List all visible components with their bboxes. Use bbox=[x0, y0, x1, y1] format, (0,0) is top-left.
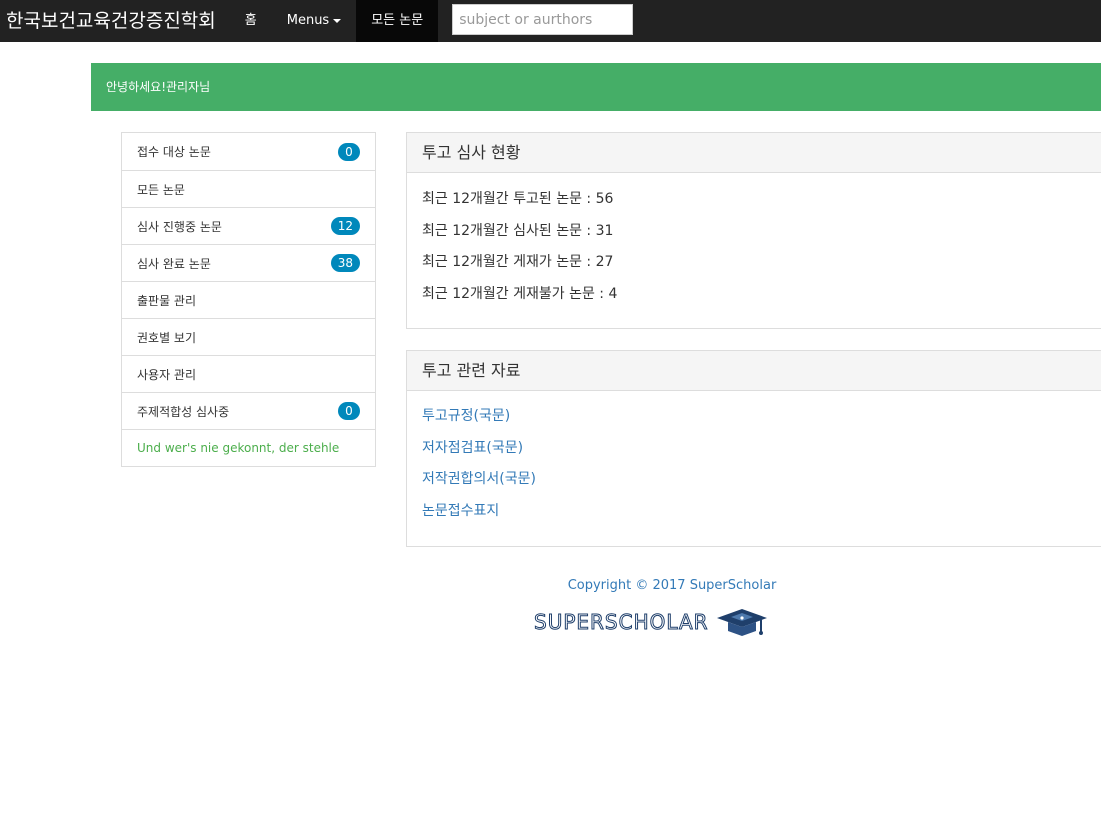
link-text[interactable]: 저자점검표(국문) bbox=[422, 440, 523, 456]
link-copyright-agreement[interactable]: 저작권합의서(국문) bbox=[422, 469, 1090, 501]
quote-text: Und wer's nie gekonnt, der stehle bbox=[137, 441, 340, 455]
logo-wordmark: SUPERSCHOLAR bbox=[534, 610, 709, 635]
sidebar-item-label: 주제적합성 심사중 bbox=[137, 404, 230, 419]
count-badge: 0 bbox=[338, 142, 360, 161]
nav-menus-label: Menus bbox=[286, 13, 330, 28]
top-navbar: 한국보건교육건강증진학회 홈 Menus 모든 논문 bbox=[0, 0, 1101, 42]
sidebar-item-label: 심사 완료 논문 bbox=[137, 256, 211, 271]
greeting-alert: 안녕하세요!관리자님 bbox=[91, 63, 1101, 111]
sidebar-quote: Und wer's nie gekonnt, der stehle bbox=[122, 429, 375, 466]
sidebar-item-reviewed-papers[interactable]: 심사 완료 논문 38 bbox=[122, 244, 375, 281]
site-brand[interactable]: 한국보건교육건강증진학회 bbox=[0, 0, 230, 42]
sidebar-item-reviewing-papers[interactable]: 심사 진행중 논문 12 bbox=[122, 207, 375, 244]
sidebar-item-label: 권호별 보기 bbox=[137, 330, 197, 345]
search-input[interactable] bbox=[452, 4, 634, 35]
resources-panel: 투고 관련 자료 투고규정(국문) 저자점검표(국문) 저작권합의서(국문) 논… bbox=[406, 350, 1101, 547]
stat-accepted: 최근 12개월간 게재가 논문 : 27 bbox=[422, 254, 614, 271]
sidebar-item-user-management[interactable]: 사용자 관리 bbox=[122, 355, 375, 392]
caret-down-icon bbox=[333, 18, 342, 23]
stat-reviewed: 최근 12개월간 심사된 논문 : 31 bbox=[422, 222, 614, 239]
sidebar-item-label: 사용자 관리 bbox=[137, 367, 197, 382]
sidebar-item-all-papers[interactable]: 모든 논문 bbox=[122, 170, 375, 207]
nav-home[interactable]: 홈 bbox=[230, 0, 272, 42]
count-badge: 0 bbox=[338, 402, 360, 420]
link-text[interactable]: 저작권합의서(국문) bbox=[422, 471, 536, 487]
panel-title: 투고 심사 현황 bbox=[407, 133, 1101, 173]
stat-submitted: 최근 12개월간 투고된 논문 : 56 bbox=[422, 191, 614, 207]
sidebar-item-label: 출판물 관리 bbox=[137, 293, 197, 308]
count-badge: 38 bbox=[330, 254, 360, 272]
sidebar-item-label: 심사 진행중 논문 bbox=[137, 219, 222, 234]
link-submission-cover[interactable]: 논문접수표지 bbox=[422, 501, 1090, 533]
panel-body: 최근 12개월간 투고된 논문 : 56 최근 12개월간 심사된 논문 : 3… bbox=[407, 173, 1101, 316]
nav-menus-dropdown[interactable]: Menus bbox=[272, 0, 356, 42]
sidebar-menu: 접수 대상 논문 0 모든 논문 심사 진행중 논문 12 심사 완료 논문 3… bbox=[121, 132, 376, 467]
stat-rejected: 최근 12개월간 게재불가 논문 : 4 bbox=[422, 286, 618, 303]
panel-title: 투고 관련 자료 bbox=[407, 351, 1101, 391]
sidebar-item-label: 접수 대상 논문 bbox=[137, 145, 211, 159]
copyright-text: Copyright © 2017 SuperScholar bbox=[567, 578, 777, 593]
sidebar-item-label: 모든 논문 bbox=[137, 182, 185, 197]
sidebar-item-by-volume[interactable]: 권호별 보기 bbox=[122, 318, 375, 355]
graduation-cap-icon bbox=[716, 609, 767, 636]
sidebar-item-publications[interactable]: 출판물 관리 bbox=[122, 281, 375, 318]
link-text[interactable]: 논문접수표지 bbox=[422, 503, 499, 519]
count-badge: 12 bbox=[330, 217, 360, 235]
link-text[interactable]: 투고규정(국문) bbox=[422, 408, 510, 424]
review-status-panel: 투고 심사 현황 최근 12개월간 투고된 논문 : 56 최근 12개월간 심… bbox=[406, 132, 1101, 329]
nav-all-papers[interactable]: 모든 논문 bbox=[356, 0, 439, 42]
superscholar-logo[interactable]: SUPERSCHOLAR bbox=[534, 604, 769, 640]
panel-body: 투고규정(국문) 저자점검표(국문) 저작권합의서(국문) 논문접수표지 bbox=[407, 391, 1101, 533]
link-author-checklist[interactable]: 저자점검표(국문) bbox=[422, 438, 1090, 470]
sidebar-item-topic-review[interactable]: 주제적합성 심사중 0 bbox=[122, 392, 375, 429]
link-submission-rules[interactable]: 투고규정(국문) bbox=[422, 406, 1090, 438]
sidebar-item-received-papers[interactable]: 접수 대상 논문 0 bbox=[122, 133, 375, 170]
